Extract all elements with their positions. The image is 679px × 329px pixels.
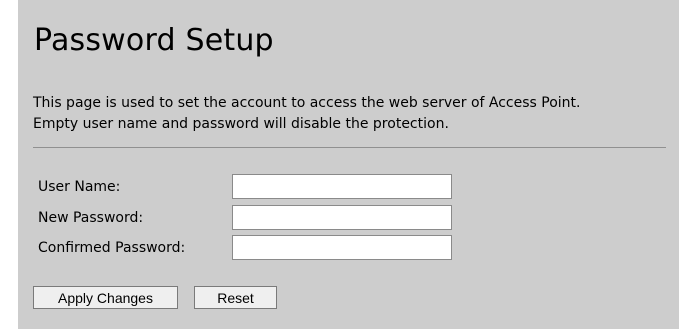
apply-changes-button[interactable]: Apply Changes xyxy=(33,286,178,309)
new-password-input[interactable] xyxy=(232,205,452,230)
page-title: Password Setup xyxy=(34,23,274,58)
description-line-1: This page is used to set the account to … xyxy=(33,95,581,111)
confirmed-password-input[interactable] xyxy=(232,235,452,260)
username-input[interactable] xyxy=(232,174,452,199)
description-line-2: Empty user name and password will disabl… xyxy=(33,116,449,132)
reset-button[interactable]: Reset xyxy=(194,286,277,309)
password-setup-panel: Password Setup This page is used to set … xyxy=(18,0,679,329)
page-description: This page is used to set the account to … xyxy=(33,93,673,135)
new-password-label: New Password: xyxy=(38,210,144,226)
divider xyxy=(33,147,666,148)
confirmed-password-label: Confirmed Password: xyxy=(38,240,186,256)
username-label: User Name: xyxy=(38,179,121,195)
